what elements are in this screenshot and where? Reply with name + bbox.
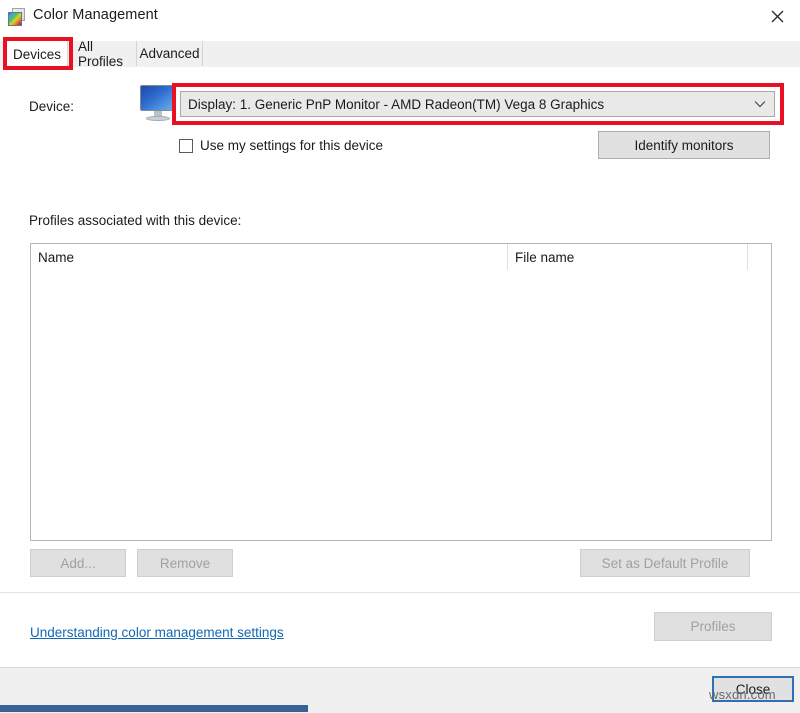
tab-advanced-label: Advanced bbox=[139, 46, 199, 61]
set-as-default-profile-button[interactable]: Set as Default Profile bbox=[580, 549, 750, 577]
column-header-name-label: Name bbox=[38, 250, 74, 265]
close-icon[interactable] bbox=[754, 0, 800, 32]
tab-all-profiles[interactable]: All Profiles bbox=[68, 41, 137, 66]
device-combobox-value: Display: 1. Generic PnP Monitor - AMD Ra… bbox=[181, 97, 604, 112]
set-as-default-profile-label: Set as Default Profile bbox=[602, 556, 729, 571]
identify-monitors-button[interactable]: Identify monitors bbox=[598, 131, 770, 159]
tab-devices-label: Devices bbox=[13, 47, 61, 62]
device-combobox[interactable]: Display: 1. Generic PnP Monitor - AMD Ra… bbox=[180, 91, 775, 117]
add-button[interactable]: Add... bbox=[30, 549, 126, 577]
understanding-color-management-link[interactable]: Understanding color management settings bbox=[30, 625, 284, 640]
tab-devices[interactable]: Devices bbox=[6, 41, 68, 67]
profiles-listview[interactable]: Name File name bbox=[30, 243, 772, 541]
profiles-button[interactable]: Profiles bbox=[654, 612, 772, 641]
window-title: Color Management bbox=[33, 7, 158, 23]
color-management-icon bbox=[8, 8, 26, 26]
column-header-name[interactable]: Name bbox=[31, 244, 508, 270]
close-button[interactable]: Close bbox=[712, 676, 794, 702]
remove-button[interactable]: Remove bbox=[137, 549, 233, 577]
column-header-file-name[interactable]: File name bbox=[508, 244, 748, 270]
column-header-file-name-label: File name bbox=[515, 250, 574, 265]
tab-advanced[interactable]: Advanced bbox=[137, 41, 203, 66]
identify-monitors-label: Identify monitors bbox=[634, 138, 733, 153]
device-label: Device: bbox=[29, 99, 74, 114]
monitor-screen bbox=[140, 85, 176, 111]
checkbox-box bbox=[179, 139, 193, 153]
icon-gradient-square bbox=[8, 12, 22, 26]
title-bar: Color Management bbox=[0, 0, 800, 33]
tab-all-profiles-label: All Profiles bbox=[78, 39, 126, 69]
listview-body-empty[interactable] bbox=[31, 271, 771, 540]
taskbar-accent-bar bbox=[0, 705, 308, 712]
use-my-settings-label: Use my settings for this device bbox=[200, 138, 383, 153]
monitor-base bbox=[146, 116, 170, 121]
close-button-label: Close bbox=[736, 682, 771, 697]
column-header-filler bbox=[748, 244, 771, 270]
add-button-label: Add... bbox=[60, 556, 95, 571]
profiles-button-label: Profiles bbox=[690, 619, 735, 634]
chevron-down-icon bbox=[754, 92, 766, 116]
monitor-icon bbox=[138, 84, 180, 124]
listview-header: Name File name bbox=[31, 244, 771, 272]
use-my-settings-checkbox[interactable]: Use my settings for this device bbox=[179, 138, 383, 153]
footer-divider bbox=[0, 592, 800, 593]
remove-button-label: Remove bbox=[160, 556, 210, 571]
tab-strip: Devices All Profiles Advanced bbox=[0, 41, 800, 68]
profiles-heading: Profiles associated with this device: bbox=[29, 213, 241, 228]
